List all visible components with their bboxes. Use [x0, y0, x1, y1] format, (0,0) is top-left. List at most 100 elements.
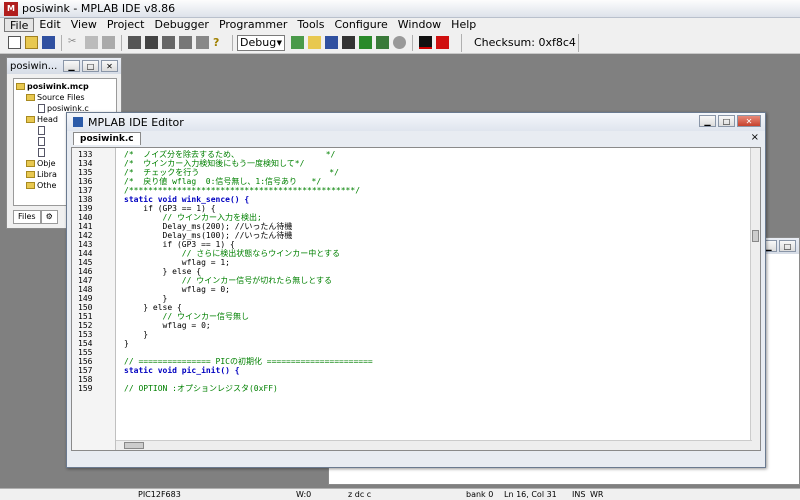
info-icon[interactable]: [393, 36, 406, 49]
menu-project[interactable]: Project: [102, 18, 150, 32]
code-area[interactable]: 133 /* ノイズ分を除去するため、 */ 134 /* ウインカー入力検知後にもう…: [71, 147, 761, 451]
editor-window: MPLAB IDE Editor ▁ □ ✕ posiwink.c × 133 /…: [66, 112, 766, 468]
menu-debugger[interactable]: Debugger: [149, 18, 213, 32]
line-number: 146: [78, 267, 93, 276]
code-text: static void pic_init() {: [124, 366, 240, 375]
tree-item-source-files[interactable]: Source Files: [16, 92, 114, 103]
copy-icon[interactable]: [85, 36, 98, 49]
code-line[interactable]: 142 Delay_ms(100); //いったん待機: [72, 231, 752, 240]
make-icon[interactable]: [359, 36, 372, 49]
menu-window[interactable]: Window: [393, 18, 446, 32]
line-number: 140: [78, 213, 93, 222]
code-line[interactable]: 148 wflag = 0;: [72, 285, 752, 294]
help-icon[interactable]: ?: [213, 36, 226, 49]
maximize-icon[interactable]: □: [718, 115, 735, 127]
project-icon[interactable]: [291, 36, 304, 49]
status-w-register: W:0: [296, 490, 312, 499]
menu-help[interactable]: Help: [446, 18, 481, 32]
code-line[interactable]: 159 // OPTION :オプションレジスタ(0xFF): [72, 384, 752, 393]
code-line[interactable]: 139 if (GP3 == 1) {: [72, 204, 752, 213]
tab-files[interactable]: Files: [13, 210, 41, 224]
close-icon[interactable]: ✕: [101, 60, 118, 72]
status-insert-mode: INS: [572, 490, 586, 499]
code-line[interactable]: 133 /* ノイズ分を除去するため、 */: [72, 150, 752, 159]
toolbar-separator: [61, 34, 62, 51]
close-tab-icon[interactable]: ×: [751, 132, 759, 143]
tree-item-project[interactable]: posiwink.mcp: [16, 81, 114, 92]
code-line[interactable]: 141 Delay_ms(200); //いったん待機: [72, 222, 752, 231]
horizontal-scroll-thumb[interactable]: [124, 442, 144, 449]
line-number: 133: [78, 150, 93, 159]
code-line[interactable]: 134 /* ウインカー入力検知後にもう一度検知して*/: [72, 159, 752, 168]
menu-file[interactable]: File: [4, 18, 35, 32]
new-file-icon[interactable]: [8, 36, 21, 49]
code-line[interactable]: 147 // ウインカー信号が切れたら無しとする: [72, 276, 752, 285]
code-line[interactable]: 137 /************************************…: [72, 186, 752, 195]
code-text: }: [124, 294, 168, 303]
vertical-scrollbar[interactable]: [750, 148, 760, 450]
vertical-scroll-thumb[interactable]: [752, 230, 759, 242]
open-project-icon[interactable]: [308, 36, 321, 49]
code-line[interactable]: 154}: [72, 339, 752, 348]
tab-symbols[interactable]: ⚙: [40, 210, 58, 224]
find-icon[interactable]: [145, 36, 158, 49]
menu-tools[interactable]: Tools: [292, 18, 329, 32]
next-bookmark-icon[interactable]: [196, 36, 209, 49]
line-number: 142: [78, 231, 93, 240]
error-window-icon[interactable]: [436, 36, 449, 49]
code-line[interactable]: 143 if (GP3 == 1) {: [72, 240, 752, 249]
code-line[interactable]: 138 static void wink_sence() {: [72, 195, 752, 204]
tab-posiwink-c[interactable]: posiwink.c: [73, 132, 141, 145]
code-line[interactable]: 144 // さらに検出状態ならウインカー中とする: [72, 249, 752, 258]
code-text: // OPTION :オプションレジスタ(0xFF): [124, 384, 278, 393]
code-text: if (GP3 == 1) {: [124, 240, 235, 249]
code-line[interactable]: 150 } else {: [72, 303, 752, 312]
close-icon[interactable]: ✕: [737, 115, 761, 127]
code-line[interactable]: 149 }: [72, 294, 752, 303]
code-line[interactable]: 140 // ウインカー入力を検出;: [72, 213, 752, 222]
maximize-icon[interactable]: □: [779, 240, 796, 252]
code-text: if (GP3 == 1) {: [124, 204, 216, 213]
build-all-icon[interactable]: [342, 36, 355, 49]
code-line[interactable]: 158: [72, 375, 752, 384]
minimize-icon[interactable]: ▁: [63, 60, 80, 72]
menu-configure[interactable]: Configure: [329, 18, 392, 32]
code-text: Delay_ms(100); //いったん待機: [124, 231, 293, 240]
build-config-select[interactable]: Debug ▼: [237, 34, 285, 51]
menu-view[interactable]: View: [66, 18, 102, 32]
code-line[interactable]: 152 wflag = 0;: [72, 321, 752, 330]
line-number: 139: [78, 204, 93, 213]
code-text: /* ウインカー入力検知後にもう一度検知して*/: [124, 159, 305, 168]
folder-icon: [26, 182, 35, 189]
build-config-value: Debug: [240, 36, 277, 49]
maximize-icon[interactable]: □: [82, 60, 99, 72]
checksum-display: Checksum: 0xf8c4: [461, 33, 579, 52]
build-icon[interactable]: [376, 36, 389, 49]
code-line[interactable]: 151 // ウインカー信号無し: [72, 312, 752, 321]
open-folder-icon[interactable]: [25, 36, 38, 49]
menu-programmer[interactable]: Programmer: [214, 18, 292, 32]
folder-icon: [26, 160, 35, 167]
save-project-icon[interactable]: [325, 36, 338, 49]
code-line[interactable]: 157 static void pic_init() {: [72, 366, 752, 375]
code-line[interactable]: 146 } else {: [72, 267, 752, 276]
code-text: } else {: [124, 267, 202, 276]
code-line[interactable]: 155: [72, 348, 752, 357]
code-line[interactable]: 156 // =============== PICの初期化 ==========…: [72, 357, 752, 366]
project-window-controls: ▁ □ ✕: [63, 60, 118, 72]
paste-icon[interactable]: [102, 36, 115, 49]
code-line[interactable]: 153 }: [72, 330, 752, 339]
horizontal-scrollbar[interactable]: [116, 440, 752, 450]
code-line[interactable]: 135 /* チェックを行う */: [72, 168, 752, 177]
code-line[interactable]: 145 wflag = 1;: [72, 258, 752, 267]
bookmark-icon[interactable]: [179, 36, 192, 49]
cut-icon[interactable]: ✂: [68, 36, 81, 49]
print-icon[interactable]: [128, 36, 141, 49]
editor-titlebar[interactable]: MPLAB IDE Editor: [67, 113, 765, 131]
save-icon[interactable]: [42, 36, 55, 49]
minimize-icon[interactable]: ▁: [699, 115, 716, 127]
find-in-files-icon[interactable]: [162, 36, 175, 49]
output-window-icon[interactable]: [419, 36, 432, 49]
code-line[interactable]: 136 /* 戻り値 wflag 0:信号無し、1:信号あり */: [72, 177, 752, 186]
menu-edit[interactable]: Edit: [34, 18, 65, 32]
